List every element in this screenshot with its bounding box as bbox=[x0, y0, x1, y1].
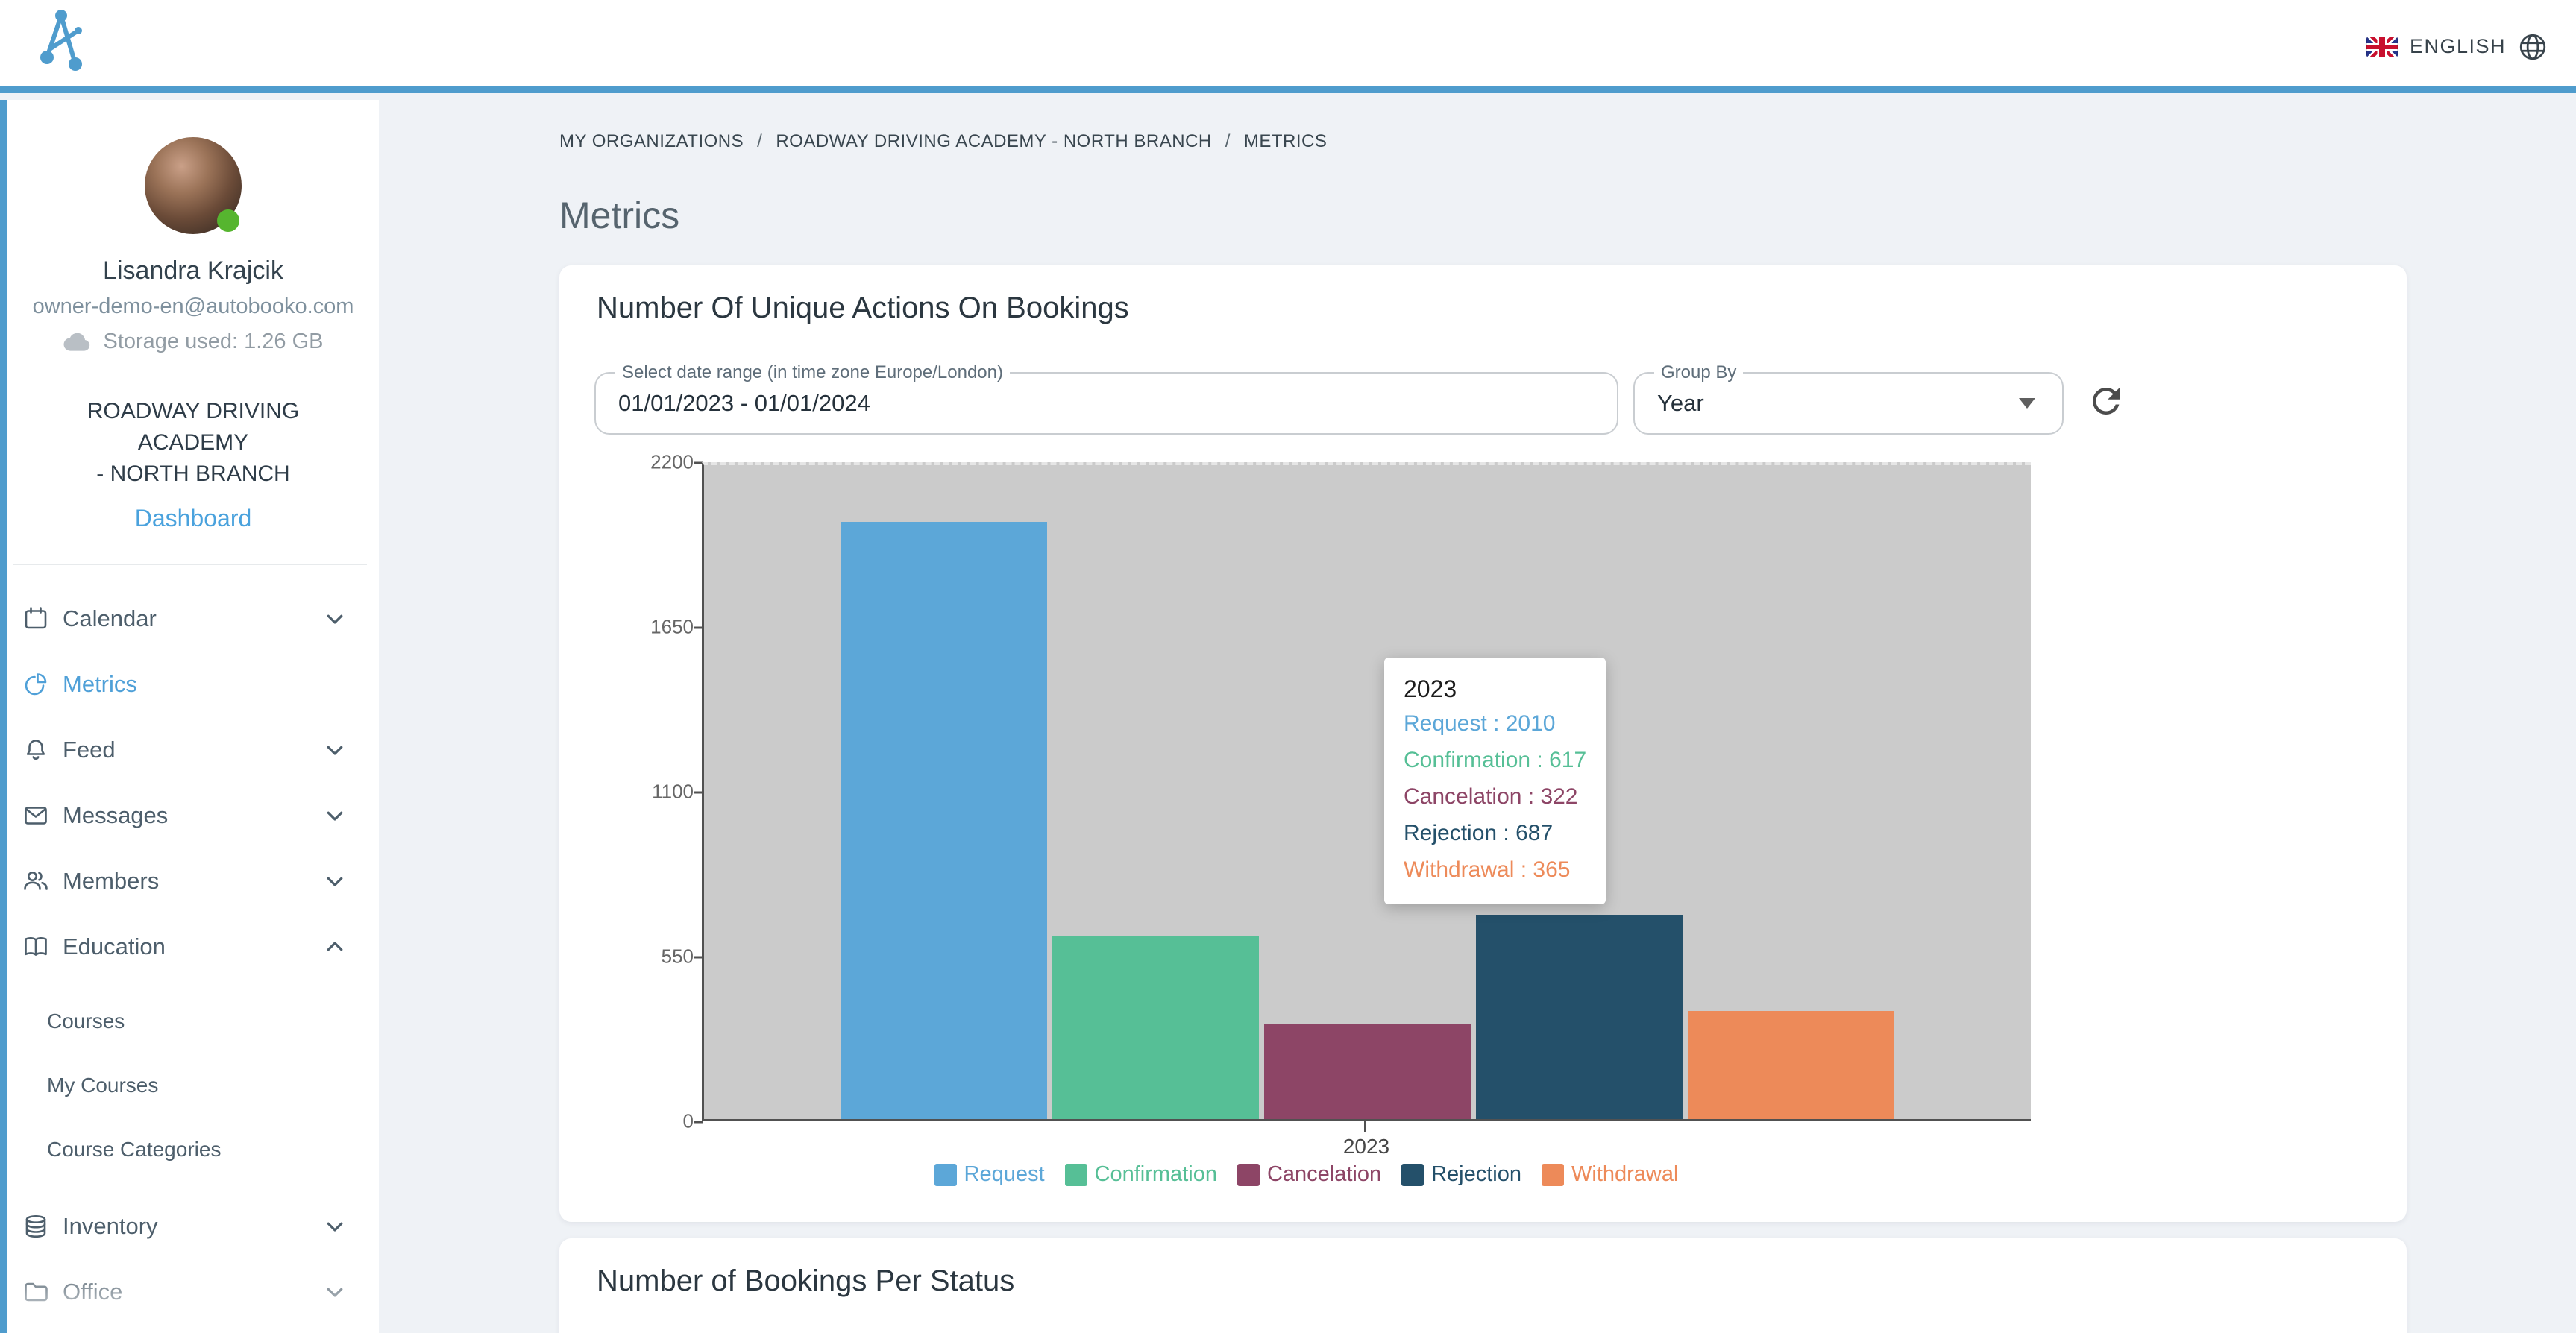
members-icon bbox=[22, 868, 49, 895]
main-content: MY ORGANIZATIONS / ROADWAY DRIVING ACADE… bbox=[379, 100, 2576, 1333]
uk-flag-icon bbox=[2366, 37, 2398, 57]
chevron-down-icon bbox=[324, 739, 346, 761]
legend-swatch-withdrawal bbox=[1542, 1164, 1564, 1186]
sidebar-item-course-categories[interactable]: Course Categories bbox=[7, 1118, 379, 1182]
legend-item-confirmation[interactable]: Confirmation bbox=[1065, 1162, 1217, 1187]
breadcrumb-metrics[interactable]: METRICS bbox=[1244, 131, 1328, 152]
card-title: Number Of Unique Actions On Bookings bbox=[597, 292, 1129, 325]
chevron-down-icon bbox=[324, 870, 346, 892]
sidebar-item-messages[interactable]: Messages bbox=[7, 783, 379, 848]
x-tick-mark bbox=[1364, 1121, 1366, 1132]
organization-name: ROADWAY DRIVING ACADEMY - NORTH BRANCH bbox=[7, 396, 379, 490]
legend-swatch-rejection bbox=[1401, 1164, 1424, 1186]
autobooko-logo-icon bbox=[40, 9, 84, 72]
date-range-value: 01/01/2023 - 01/01/2024 bbox=[618, 390, 870, 417]
bar-withdrawal[interactable] bbox=[1688, 1011, 1894, 1120]
database-icon bbox=[22, 1213, 49, 1240]
online-status-dot bbox=[217, 209, 239, 232]
app-root: ENGLISH Lisandra Krajcik owner-demo-en@a… bbox=[0, 0, 2576, 1333]
unique-actions-card: Number Of Unique Actions On Bookings Sel… bbox=[559, 265, 2407, 1222]
group-by-select[interactable]: Group By Year bbox=[1633, 372, 2064, 435]
tooltip-line-rejection: Rejection : 687 bbox=[1404, 815, 1586, 851]
breadcrumb-organization[interactable]: ROADWAY DRIVING ACADEMY - NORTH BRANCH bbox=[776, 131, 1211, 152]
breadcrumb-my-organizations[interactable]: MY ORGANIZATIONS bbox=[559, 131, 744, 152]
sidebar-item-office[interactable]: Office bbox=[7, 1259, 379, 1325]
education-subnav: Courses My Courses Course Categories bbox=[7, 989, 379, 1182]
bar-confirmation[interactable] bbox=[1052, 936, 1259, 1119]
folder-icon bbox=[22, 1279, 49, 1305]
legend-item-rejection[interactable]: Rejection bbox=[1401, 1162, 1521, 1187]
chart-tooltip: 2023 Request : 2010 Confirmation : 617 C… bbox=[1384, 658, 1606, 904]
top-bar: ENGLISH bbox=[0, 0, 2576, 93]
bar-rejection[interactable] bbox=[1476, 915, 1683, 1119]
sidebar-item-inventory[interactable]: Inventory bbox=[7, 1194, 379, 1259]
storage-used-label: Storage used: 1.26 GB bbox=[103, 330, 323, 354]
legend-item-cancelation[interactable]: Cancelation bbox=[1237, 1162, 1381, 1187]
user-email: owner-demo-en@autobooko.com bbox=[7, 294, 379, 319]
open-book-icon bbox=[22, 933, 49, 960]
sidebar-nav: Calendar Metrics bbox=[7, 565, 379, 1333]
legend-item-request[interactable]: Request bbox=[934, 1162, 1045, 1187]
x-tick-label: 2023 bbox=[702, 1135, 2031, 1159]
sidebar-item-my-courses[interactable]: My Courses bbox=[7, 1053, 379, 1118]
breadcrumb: MY ORGANIZATIONS / ROADWAY DRIVING ACADE… bbox=[559, 131, 2576, 152]
chevron-down-icon bbox=[324, 1281, 346, 1303]
sidebar: Lisandra Krajcik owner-demo-en@autobooko… bbox=[0, 100, 379, 1333]
language-label: ENGLISH bbox=[2410, 35, 2506, 58]
dashboard-link[interactable]: Dashboard bbox=[135, 505, 252, 532]
sidebar-item-metrics[interactable]: Metrics bbox=[7, 652, 379, 717]
sidebar-item-courses[interactable]: Courses bbox=[7, 989, 379, 1053]
y-tick-label: 0 bbox=[683, 1110, 694, 1133]
sidebar-item-feed[interactable]: Feed bbox=[7, 717, 379, 783]
pie-chart-icon bbox=[22, 671, 49, 698]
chevron-down-icon bbox=[324, 1215, 346, 1238]
tooltip-title: 2023 bbox=[1404, 672, 1586, 705]
legend-swatch-request bbox=[934, 1164, 957, 1186]
globe-icon bbox=[2518, 32, 2548, 62]
profile-section: Lisandra Krajcik owner-demo-en@autobooko… bbox=[7, 100, 379, 532]
y-tick-label: 1100 bbox=[652, 781, 694, 804]
chevron-down-icon bbox=[324, 608, 346, 630]
y-tick-label: 2200 bbox=[650, 451, 694, 474]
group-by-value: Year bbox=[1657, 390, 1704, 417]
sidebar-item-calendar[interactable]: Calendar bbox=[7, 586, 379, 652]
chart-plot-area: 2023 Request : 2010 Confirmation : 617 C… bbox=[702, 462, 2031, 1121]
tooltip-line-confirmation: Confirmation : 617 bbox=[1404, 742, 1586, 778]
bookings-per-status-card: Number of Bookings Per Status bbox=[559, 1238, 2407, 1333]
page-title: Metrics bbox=[559, 194, 2576, 237]
tooltip-line-request: Request : 2010 bbox=[1404, 705, 1586, 742]
date-range-label: Select date range (in time zone Europe/L… bbox=[615, 362, 1010, 383]
refresh-icon bbox=[2086, 381, 2126, 421]
mail-icon bbox=[22, 802, 49, 829]
select-arrow-icon bbox=[2019, 398, 2035, 409]
legend-swatch-confirmation bbox=[1065, 1164, 1087, 1186]
bar-request[interactable] bbox=[841, 522, 1047, 1119]
sidebar-item-education[interactable]: Education bbox=[7, 914, 379, 980]
y-tick-label: 550 bbox=[662, 945, 694, 968]
user-name: Lisandra Krajcik bbox=[7, 256, 379, 286]
date-range-field[interactable]: Select date range (in time zone Europe/L… bbox=[594, 372, 1618, 435]
refresh-button[interactable] bbox=[2084, 379, 2129, 423]
tooltip-line-cancelation: Cancelation : 322 bbox=[1404, 778, 1586, 815]
brand-logo[interactable] bbox=[40, 9, 84, 72]
sidebar-item-members[interactable]: Members bbox=[7, 848, 379, 914]
y-tick-label: 1650 bbox=[650, 616, 694, 639]
chart-legend: Request Confirmation Cancelation Rejecti… bbox=[582, 1162, 2031, 1187]
legend-item-withdrawal[interactable]: Withdrawal bbox=[1542, 1162, 1678, 1187]
card-title: Number of Bookings Per Status bbox=[597, 1264, 1014, 1298]
cloud-icon bbox=[63, 332, 92, 353]
legend-swatch-cancelation bbox=[1237, 1164, 1260, 1186]
calendar-icon bbox=[22, 605, 49, 632]
group-by-label: Group By bbox=[1654, 362, 1743, 383]
chevron-up-icon bbox=[324, 936, 346, 958]
y-axis: 0 550 1100 1650 2200 bbox=[559, 462, 694, 1121]
bell-icon bbox=[22, 737, 49, 763]
chevron-down-icon bbox=[324, 804, 346, 827]
language-selector[interactable]: ENGLISH bbox=[2366, 0, 2548, 93]
bar-cancelation[interactable] bbox=[1264, 1024, 1471, 1119]
sidebar-item-finances[interactable]: $ Finances bbox=[7, 1325, 379, 1333]
tooltip-line-withdrawal: Withdrawal : 365 bbox=[1404, 851, 1586, 888]
